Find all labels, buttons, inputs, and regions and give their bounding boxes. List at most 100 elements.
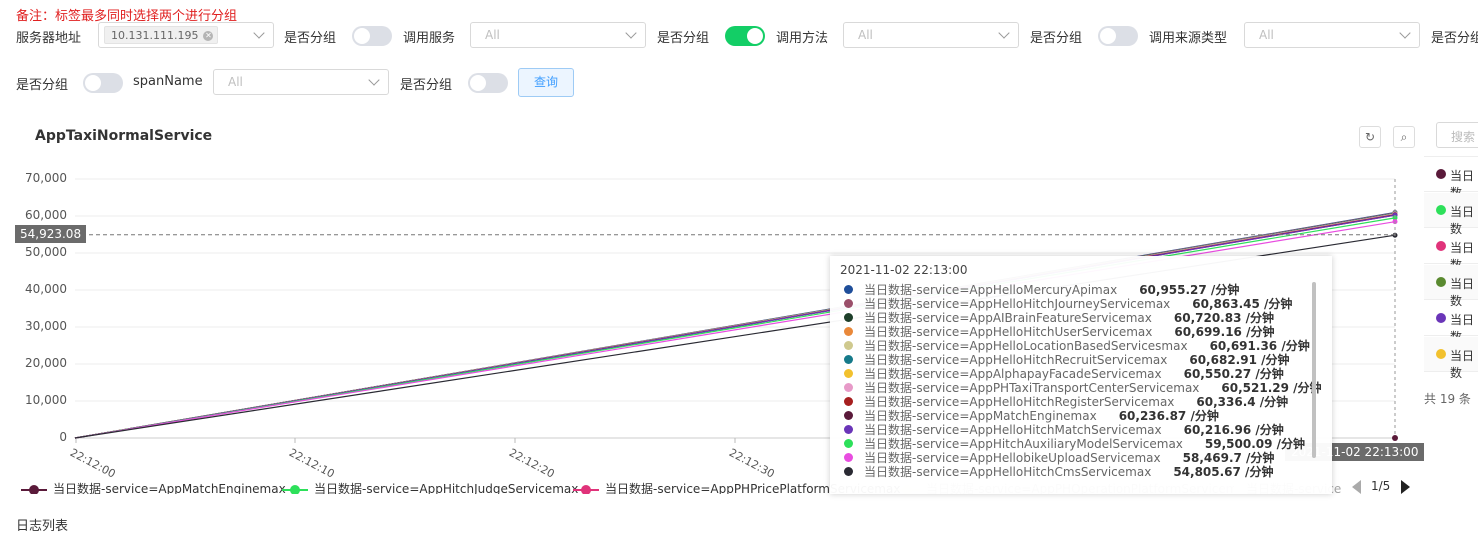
service-select[interactable]: All — [470, 22, 646, 48]
source-type-label: 调用来源类型 — [1149, 31, 1228, 46]
tooltip-row: 当日数据-service=AppAIBrainFeatureServicemax… — [844, 311, 1274, 325]
source-type-select[interactable]: All — [1244, 22, 1420, 48]
chart-title: AppTaxiNormalService — [35, 128, 213, 144]
legend-next-icon[interactable] — [1401, 480, 1410, 494]
group-label: 是否分组 — [1030, 31, 1083, 46]
series-dot-icon — [844, 341, 853, 350]
series-dot-icon — [844, 313, 853, 322]
chart-tooltip: 2021-11-02 22:13:00 当日数据-service=AppHell… — [830, 256, 1332, 494]
tooltip-series-name: 当日数据-service=AppAlphapayFacadeServicemax — [864, 367, 1162, 381]
group-label: 是否分组 — [400, 78, 453, 93]
right-search-input[interactable]: 搜索 — [1436, 122, 1478, 148]
server-tag[interactable]: 10.131.111.195 ✕ — [104, 26, 219, 44]
tooltip-row: 当日数据-service=AppMatchEnginemax 60,236.87 … — [844, 409, 1219, 423]
tooltip-row: 当日数据-service=AppHellobikeUploadServicema… — [844, 451, 1274, 465]
group-switch-2[interactable] — [725, 26, 765, 46]
span-name-label: spanName — [133, 74, 203, 89]
series-dot-icon — [844, 383, 853, 392]
series-dot-icon — [844, 453, 853, 462]
y-tick-label: 10,000 — [25, 393, 67, 407]
tooltip-series-name: 当日数据-service=AppMatchEnginemax — [864, 409, 1097, 423]
tooltip-series-value: 60,336.4 /分钟 — [1196, 395, 1289, 409]
legend-prev-icon[interactable] — [1352, 480, 1361, 494]
tooltip-series-value: 59,500.09 /分钟 — [1204, 437, 1306, 451]
right-panel-row[interactable]: 当日数 — [1424, 301, 1478, 344]
y-tick-label: 0 — [59, 430, 67, 444]
tooltip-series-value: 60,236.87 /分钟 — [1118, 409, 1219, 423]
right-panel-row[interactable]: 当日数 — [1424, 337, 1478, 380]
right-panel-row[interactable]: 当日数 — [1424, 265, 1478, 308]
chevron-down-icon — [1399, 27, 1411, 39]
tooltip-row: 当日数据-service=AppHelloHitchMatchServicema… — [844, 423, 1284, 437]
tooltip-series-value: 60,955.27 /分钟 — [1139, 283, 1240, 297]
tooltip-series-name: 当日数据-service=AppHelloHitchJourneyService… — [864, 297, 1171, 311]
tooltip-series-name: 当日数据-service=AppHelloLocationBasedServic… — [864, 339, 1188, 353]
tooltip-row: 当日数据-service=AppHitchAuxiliaryModelServi… — [844, 437, 1305, 451]
series-dot-icon — [844, 369, 853, 378]
server-address-label: 服务器地址 — [16, 31, 82, 46]
series-dot-icon — [844, 439, 853, 448]
legend-label: 当日数据-service=AppMatchEnginemax — [53, 482, 286, 494]
tooltip-series-name: 当日数据-service=AppHelloHitchRecruitService… — [864, 353, 1168, 367]
tooltip-row: 当日数据-service=AppHelloMercuryApimax 60,955… — [844, 283, 1239, 297]
series-dot-icon — [1436, 277, 1446, 287]
tooltip-row: 当日数据-service=AppHelloHitchRegisterServic… — [844, 395, 1288, 409]
tooltip-row: 当日数据-service=AppHelloHitchRecruitService… — [844, 353, 1290, 367]
legend-symbol-icon — [573, 484, 599, 494]
server-address-select[interactable]: 10.131.111.195 ✕ — [98, 22, 274, 48]
method-select[interactable]: All — [843, 22, 1019, 48]
right-panel-row[interactable]: 当日数 — [1424, 193, 1478, 236]
group-switch-6[interactable] — [468, 73, 508, 93]
legend-item[interactable]: 当日数据-service=AppHitchJudgeServicemax — [282, 480, 578, 494]
tooltip-row: 当日数据-service=AppAlphapayFacadeServicemax… — [844, 367, 1284, 381]
service-label: 调用服务 — [403, 31, 456, 46]
tooltip-series-value: 58,469.7 /分钟 — [1182, 451, 1275, 465]
tooltip-series-name: 当日数据-service=AppHellobikeUploadServicema… — [864, 451, 1161, 465]
chevron-down-icon — [998, 27, 1010, 39]
tooltip-series-name: 当日数据-service=AppPHTaxiTransportCenterSer… — [864, 381, 1200, 395]
service-placeholder: All — [485, 28, 500, 42]
chevron-down-icon — [625, 27, 637, 39]
series-point[interactable] — [1392, 435, 1398, 441]
series-dot-icon — [1436, 313, 1446, 323]
y-tick-label: 40,000 — [25, 282, 67, 296]
tooltip-scrollbar[interactable] — [1312, 282, 1316, 458]
right-panel-row-label: 当日数 — [1450, 349, 1475, 380]
y-tick-label: 60,000 — [25, 208, 67, 222]
series-dot-icon — [844, 397, 853, 406]
tooltip-series-name: 当日数据-service=AppAIBrainFeatureServicemax — [864, 311, 1152, 325]
series-dot-icon — [844, 467, 853, 476]
legend-label: 当日数据-service=AppHitchJudgeServicemax — [314, 482, 579, 494]
right-count: 共 19 条 — [1424, 392, 1471, 406]
series-dot-icon — [1436, 349, 1446, 359]
span-name-select[interactable]: All — [213, 69, 389, 95]
series-dot-icon — [1436, 241, 1446, 251]
series-dot-icon — [1436, 205, 1446, 215]
group-label: 是否分组 — [657, 31, 710, 46]
tooltip-series-name: 当日数据-service=AppHelloHitchUserServicemax — [864, 325, 1153, 339]
tooltip-series-value: 60,699.16 /分钟 — [1174, 325, 1275, 339]
y-tick-label: 70,000 — [25, 171, 67, 185]
right-panel-row[interactable]: 当日数 — [1424, 157, 1478, 200]
legend-symbol-icon — [21, 484, 47, 494]
query-button[interactable]: 查询 — [518, 68, 574, 97]
group-switch-1[interactable] — [352, 26, 392, 46]
refresh-icon[interactable]: ↻ — [1359, 126, 1381, 148]
method-label: 调用方法 — [776, 31, 829, 46]
series-dot-icon — [844, 285, 853, 294]
tag-close-icon[interactable]: ✕ — [203, 31, 214, 41]
tooltip-series-name: 当日数据-service=AppHelloMercuryApimax — [864, 283, 1118, 297]
tooltip-series-value: 60,550.27 /分钟 — [1183, 367, 1284, 381]
tooltip-series-name: 当日数据-service=AppHelloHitchRegisterServic… — [864, 395, 1175, 409]
y-tick-label: 30,000 — [25, 319, 67, 333]
series-dot-icon — [844, 425, 853, 434]
tooltip-series-value: 60,863.45 /分钟 — [1192, 297, 1293, 311]
group-switch-5[interactable] — [83, 73, 123, 93]
tooltip-series-name: 当日数据-service=AppHelloHitchMatchServicema… — [864, 423, 1162, 437]
group-switch-3[interactable] — [1098, 26, 1138, 46]
legend-item[interactable]: 当日数据-service=AppMatchEnginemax — [21, 480, 286, 494]
right-panel-row[interactable]: 当日数 — [1424, 229, 1478, 272]
legend-symbol-icon — [282, 484, 308, 494]
zoom-reset-icon[interactable]: ⌕ — [1393, 126, 1415, 148]
chevron-down-icon — [253, 27, 265, 39]
